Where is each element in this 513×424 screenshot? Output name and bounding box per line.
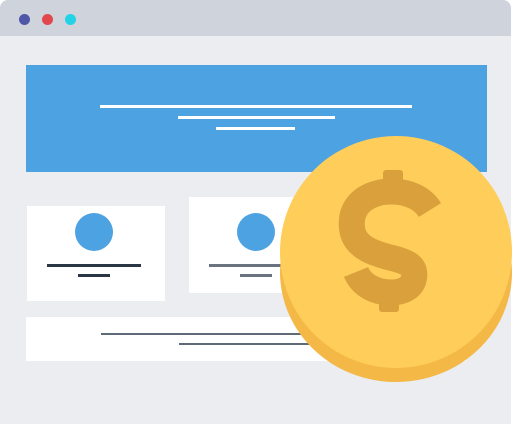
illustration (0, 0, 513, 424)
avatar (75, 213, 113, 251)
card-subtitle-line (78, 274, 110, 277)
window-dot-3 (65, 14, 76, 25)
hero-line-1 (100, 105, 412, 108)
avatar (237, 213, 275, 251)
window-dot-2 (42, 14, 53, 25)
profile-card-1 (27, 206, 165, 301)
card-subtitle-line (240, 274, 272, 277)
hero-line-3 (216, 127, 295, 130)
window-titlebar (0, 0, 511, 36)
hero-line-2 (178, 116, 335, 119)
window-dot-1 (19, 14, 30, 25)
dollar-coin-icon (280, 136, 512, 382)
card-name-line (47, 264, 141, 267)
